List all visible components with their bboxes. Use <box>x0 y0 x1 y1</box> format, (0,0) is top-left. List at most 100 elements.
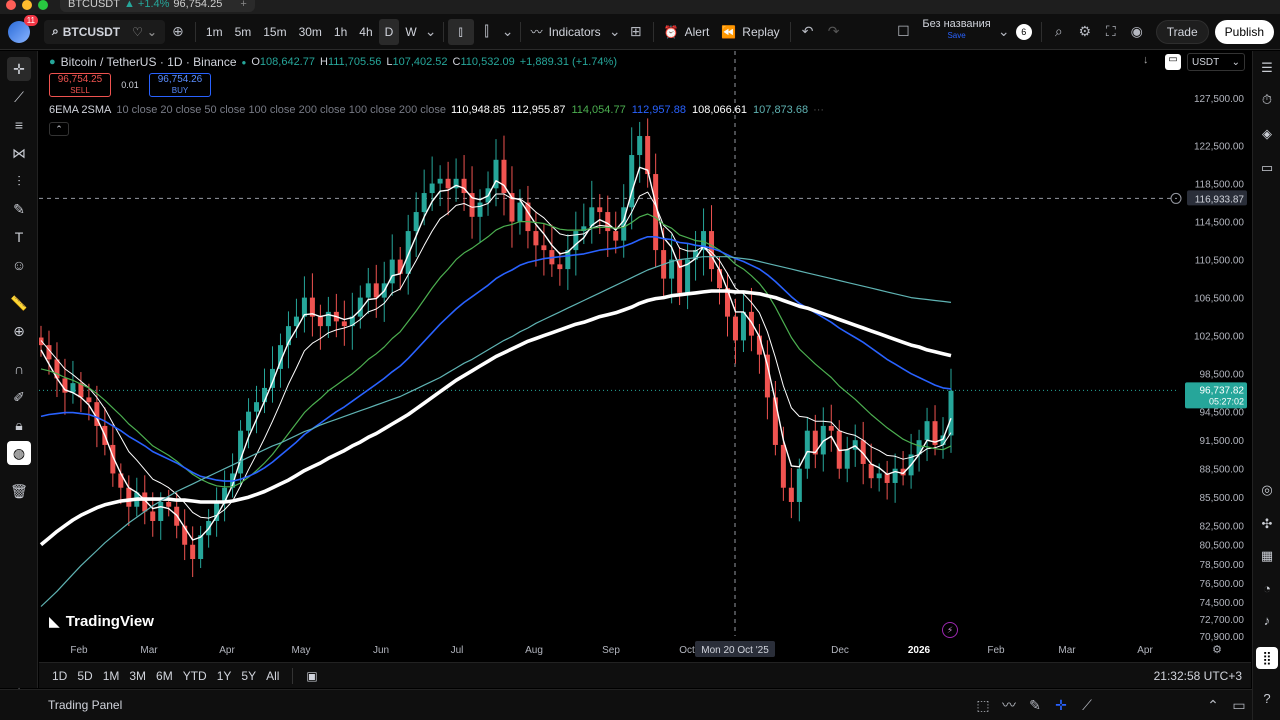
bottom-panel-bar: Trading Panel ⬚ 〰 ✎ ✛ ⟋ ⌃ ▭ <box>0 689 1252 720</box>
redo-icon[interactable]: ↷ <box>821 19 847 45</box>
trade-button[interactable]: Trade <box>1155 19 1209 44</box>
candles-icon[interactable]: ⫾ <box>447 18 474 45</box>
range-5D[interactable]: 5D <box>72 669 97 683</box>
legend-title[interactable]: Bitcoin / TetherUS · 1D · Binance <box>61 55 237 69</box>
date-range-calendar-icon[interactable]: ▣ <box>301 669 322 683</box>
chart-canvas[interactable]: 127,500.00 122,500.00 118,500.00 114,500.00… <box>39 51 1251 661</box>
price-chart[interactable]: 127,500.00 122,500.00 118,500.00 114,500.00… <box>39 51 1251 661</box>
indicators-button[interactable]: 〰 Indicators <box>525 19 607 45</box>
forecasting-icon[interactable]: ⫶ <box>7 169 31 193</box>
layers-icon[interactable]: ◈ <box>1256 123 1278 145</box>
trend-wave-icon[interactable]: 〰 <box>996 692 1022 718</box>
timeframe-5m[interactable]: 5m <box>229 19 258 45</box>
layout-name-button[interactable]: Без названия Save <box>916 18 996 45</box>
compare-icon[interactable]: ♡ <box>132 25 143 39</box>
add-symbol-icon[interactable]: ⊕ <box>165 19 191 45</box>
quick-search-icon[interactable]: ⌕ <box>1046 19 1072 45</box>
calendar-icon[interactable]: ▦ <box>1256 545 1278 567</box>
maximize-panel-icon[interactable]: ▭ <box>1226 692 1252 718</box>
indicator-legend[interactable]: 6EMA 2SMA 10 close 20 close 50 close 100… <box>49 104 824 116</box>
chevron-down-icon[interactable]: ⌄ <box>997 19 1011 45</box>
help-icon[interactable]: ? <box>1256 687 1278 709</box>
timeframe-1h[interactable]: 1h <box>328 19 353 45</box>
timeframe-15m[interactable]: 15m <box>257 19 292 45</box>
timeframe-30m[interactable]: 30m <box>293 19 328 45</box>
layouts-grid-icon[interactable]: ⊞ <box>623 19 649 45</box>
layout-checkbox-icon[interactable]: ☐ <box>890 19 916 45</box>
text-icon[interactable]: T <box>7 225 31 249</box>
sell-button[interactable]: 96,754.25 SELL <box>49 73 111 97</box>
range-YTD[interactable]: YTD <box>178 669 212 683</box>
publish-button[interactable]: Publish <box>1214 19 1274 44</box>
fullscreen-icon[interactable]: ⛶ <box>1098 19 1124 45</box>
ideas-icon[interactable]: ✣ <box>1256 513 1278 535</box>
timeframe-D[interactable]: D <box>378 18 400 45</box>
buy-button[interactable]: 96,754.26 BUY <box>149 73 211 97</box>
alert-button[interactable]: ⏰ Alert <box>658 19 716 45</box>
close-window-button[interactable] <box>6 0 16 10</box>
timeframe-1m[interactable]: 1m <box>200 19 229 45</box>
target-icon[interactable]: ◎ <box>1256 479 1278 501</box>
draw-brush-icon[interactable]: ✎ <box>1022 692 1048 718</box>
range-1D[interactable]: 1D <box>47 669 72 683</box>
symbol-search[interactable]: ⌕ BTCUSDT ♡ ⌄ <box>44 19 165 44</box>
chart-type-icon[interactable]: ⫿ <box>474 19 500 45</box>
line-tool-icon[interactable]: ⟋ <box>1074 692 1100 718</box>
magnet-icon[interactable]: ∩ <box>7 357 31 381</box>
user-avatar[interactable]: 11 <box>8 14 38 43</box>
currency-select[interactable]: USDT ⌄ <box>1187 53 1245 71</box>
event-flash-icon[interactable]: ⚡ <box>942 622 958 638</box>
apps-grid-icon[interactable]: ⣿ <box>1256 647 1278 669</box>
collapse-legend-icon[interactable]: ⌃ <box>49 122 69 136</box>
more-dots-icon[interactable]: ··· <box>813 104 824 116</box>
lock-icon[interactable]: 🔒︎ <box>7 413 31 437</box>
fib-retracement-icon[interactable]: ≡ <box>7 113 31 137</box>
ruler-icon[interactable]: 📏 <box>7 291 31 315</box>
pattern-icon[interactable]: ⋈ <box>7 141 31 165</box>
maximize-window-button[interactable] <box>38 0 48 10</box>
crosshair-small-icon[interactable]: ✛ <box>1048 692 1074 718</box>
chat-icon[interactable]: ▭ <box>1256 157 1278 179</box>
trash-icon[interactable]: 🗑︎ <box>7 479 31 503</box>
range-5Y[interactable]: 5Y <box>236 669 261 683</box>
candle-body <box>573 231 579 251</box>
browser-tab[interactable]: BTCUSDT ▲ +1.4% 96,754.25 + <box>60 0 255 12</box>
pencil-lock-icon[interactable]: ✐ <box>7 385 31 409</box>
undo-icon[interactable]: ↶ <box>795 19 821 45</box>
watchlist-icon[interactable]: ☰ <box>1256 57 1278 79</box>
range-All[interactable]: All <box>261 669 284 683</box>
range-6M[interactable]: 6M <box>151 669 178 683</box>
alerts-clock-icon[interactable]: ⏱ <box>1256 89 1278 111</box>
camera-icon[interactable]: ◉ <box>1124 19 1150 45</box>
brush-icon[interactable]: ✎ <box>7 197 31 221</box>
crosshair-icon[interactable]: ✛ <box>7 57 31 81</box>
timeframe-4h[interactable]: 4h <box>353 19 378 45</box>
zoom-icon[interactable]: ⊕ <box>7 319 31 343</box>
chart-mode-icon[interactable]: ▭ <box>1165 54 1181 70</box>
collapse-panel-icon[interactable]: ⌃ <box>1200 692 1226 718</box>
settings-gear-icon[interactable]: ⚙ <box>1072 19 1098 45</box>
timeframe-W[interactable]: W <box>399 19 422 45</box>
clock-time[interactable]: 21:32:58 UTC+3 <box>1149 669 1247 683</box>
chevron-down-icon[interactable]: ⌄ <box>607 19 623 45</box>
trading-panel-tab[interactable]: Trading Panel <box>48 698 122 712</box>
stream-icon[interactable]: ◔ <box>1256 577 1278 599</box>
range-1Y[interactable]: 1Y <box>212 669 237 683</box>
buy-price: 96,754.26 <box>157 74 203 85</box>
select-box-icon[interactable]: ⬚ <box>970 692 996 718</box>
tradingview-logo[interactable]: ◣ TradingView <box>49 613 154 630</box>
new-tab-icon[interactable]: + <box>240 0 246 10</box>
minimize-window-button[interactable] <box>22 0 32 10</box>
chevron-down-icon[interactable]: ⌄ <box>423 19 439 45</box>
chevron-down-icon[interactable]: ⌄ <box>500 19 516 45</box>
replay-button[interactable]: ⏪ Replay <box>715 19 785 45</box>
range-bar: 1D 5D 1M 3M 6M YTD 1Y 5Y All ▣ 21:32:58 UTC+3 <box>39 662 1251 688</box>
download-icon[interactable]: ↓ <box>1143 54 1159 70</box>
range-1M[interactable]: 1M <box>98 669 125 683</box>
hide-drawings-icon[interactable]: ◍ <box>7 441 31 465</box>
trend-line-icon[interactable]: ⟋ <box>7 85 31 109</box>
notifications-bell-icon[interactable]: ♪ <box>1256 609 1278 631</box>
layout-count-badge[interactable]: 6 <box>1011 19 1037 45</box>
emoji-icon[interactable]: ☺ <box>7 253 31 277</box>
range-3M[interactable]: 3M <box>124 669 151 683</box>
